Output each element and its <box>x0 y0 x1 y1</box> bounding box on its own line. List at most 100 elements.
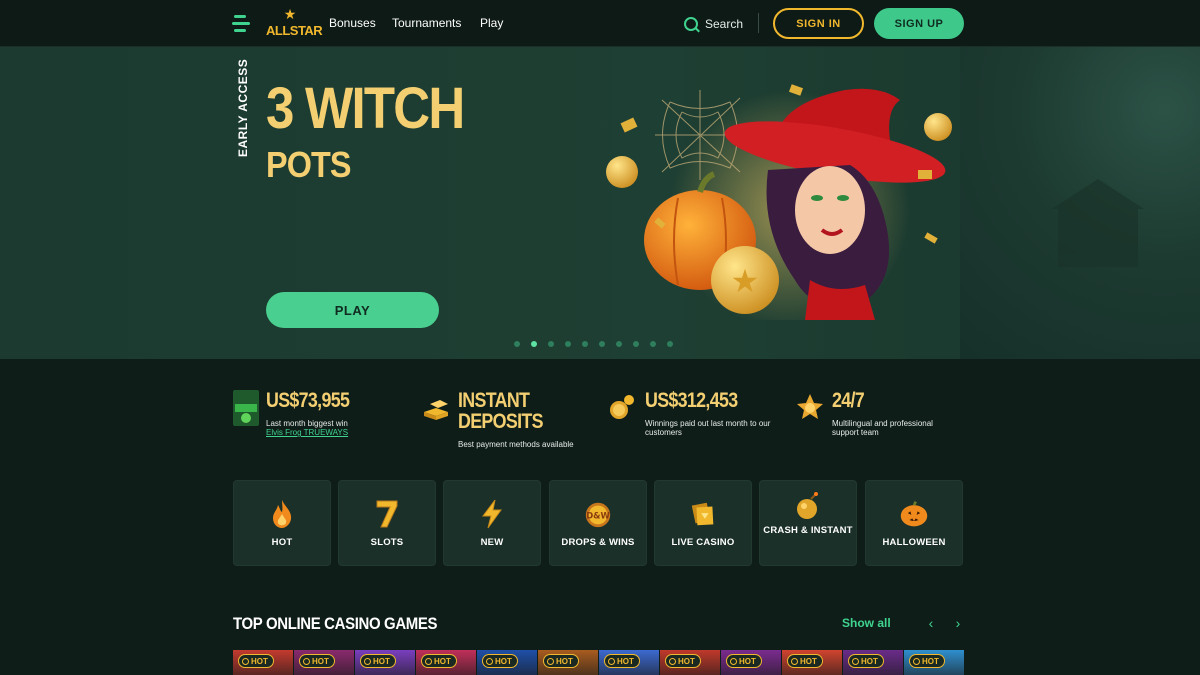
hot-badge: HOT <box>848 654 884 668</box>
hot-badge: HOT <box>360 654 396 668</box>
carousel-pagination <box>514 341 673 347</box>
early-access-badge: EARLY ACCESS <box>236 58 250 157</box>
section-title: TOP ONLINE CASINO GAMES <box>233 614 438 633</box>
chevron-right-icon[interactable]: › <box>951 615 965 631</box>
nav-play[interactable]: Play <box>480 16 503 30</box>
top-header: ★ ALLSTAR Bonuses Tournaments Play Searc… <box>0 0 1200 47</box>
category-drops-wins[interactable]: D&W DROPS & WINS <box>549 480 647 566</box>
seven-icon <box>372 499 402 529</box>
flame-icon <box>364 657 371 665</box>
category-label: LIVE CASINO <box>671 537 735 548</box>
hot-badge-label: HOT <box>251 656 268 666</box>
star-badge-icon <box>797 394 823 419</box>
sign-up-button[interactable]: SIGN UP <box>874 8 964 39</box>
game-tile[interactable]: HOT <box>355 650 415 675</box>
nav-bonuses[interactable]: Bonuses <box>329 16 376 30</box>
divider <box>758 13 759 33</box>
carousel-dot[interactable] <box>565 341 571 347</box>
hot-badge-label: HOT <box>312 656 329 666</box>
hot-badge: HOT <box>482 654 518 668</box>
carousel-dot[interactable] <box>667 341 673 347</box>
game-tile[interactable]: HOT <box>721 650 781 675</box>
stat-description: Winnings paid out last month to our cust… <box>645 419 771 437</box>
hot-badge: HOT <box>238 654 274 668</box>
category-new[interactable]: NEW <box>443 480 541 566</box>
top-games-carousel: HOT HOT HOT HOT HOT HOT HOT HOT HOT HOT HOT HOT <box>233 650 964 675</box>
hot-badge: HOT <box>299 654 335 668</box>
haunted-house-decoration <box>1052 179 1144 267</box>
category-label: SLOTS <box>370 537 404 548</box>
game-tile[interactable]: HOT <box>904 650 964 675</box>
svg-text:★: ★ <box>731 262 760 300</box>
hot-badge: HOT <box>726 654 762 668</box>
game-tile[interactable]: HOT <box>294 650 354 675</box>
game-tile[interactable]: HOT <box>843 650 903 675</box>
carousel-dot[interactable] <box>633 341 639 347</box>
game-link[interactable]: Elvis Frog TRUEWAYS <box>266 428 348 437</box>
hot-badge-label: HOT <box>861 656 878 666</box>
show-all-link[interactable]: Show all <box>842 616 891 630</box>
coins-icon <box>610 395 634 419</box>
stat-title: 24/7 <box>832 389 865 412</box>
game-tile[interactable]: HOT <box>782 650 842 675</box>
drops-wins-icon: D&W <box>583 499 613 529</box>
carousel-dot[interactable] <box>514 341 520 347</box>
carousel-dot[interactable] <box>582 341 588 347</box>
category-slots[interactable]: SLOTS <box>338 480 436 566</box>
hot-badge-label: HOT <box>495 656 512 666</box>
game-tile[interactable]: HOT <box>416 650 476 675</box>
category-halloween[interactable]: HALLOWEEN <box>865 480 963 566</box>
category-label: HOT <box>271 537 293 548</box>
game-thumbnail-icon <box>233 390 259 426</box>
hot-badge-label: HOT <box>678 656 695 666</box>
hot-badge-label: HOT <box>556 656 573 666</box>
hot-badge: HOT <box>665 654 701 668</box>
svg-text:D&W: D&W <box>586 511 610 521</box>
carousel-dot[interactable] <box>548 341 554 347</box>
lightning-icon <box>477 499 507 529</box>
menu-icon[interactable] <box>232 14 252 34</box>
search-icon <box>684 17 698 31</box>
hot-badge-label: HOT <box>617 656 634 666</box>
carousel-dot[interactable] <box>650 341 656 347</box>
stat-title: US$312,453 <box>645 389 738 412</box>
brand-name: ALLSTAR <box>266 23 323 38</box>
category-crash-instant[interactable]: CRASH & INSTANT <box>759 480 857 566</box>
flame-icon <box>730 657 737 665</box>
flame-icon <box>486 657 493 665</box>
hot-badge-label: HOT <box>922 656 939 666</box>
category-label: CRASH & INSTANT <box>763 525 853 536</box>
carousel-dot[interactable] <box>531 341 537 347</box>
chevron-left-icon[interactable]: ‹ <box>924 615 938 631</box>
playing-cards-icon <box>688 499 718 529</box>
carousel-dot[interactable] <box>599 341 605 347</box>
hero-play-button[interactable]: PLAY <box>266 292 439 328</box>
hot-badge: HOT <box>604 654 640 668</box>
category-label: HALLOWEEN <box>882 537 946 548</box>
brand-logo[interactable]: ★ ALLSTAR <box>264 6 323 38</box>
category-label: DROPS & WINS <box>561 537 635 548</box>
star-icon: ★ <box>283 6 297 22</box>
stat-title-line-2: DEPOSITS <box>458 410 544 433</box>
category-live-casino[interactable]: LIVE CASINO <box>654 480 752 566</box>
game-tile[interactable]: HOT <box>660 650 720 675</box>
flame-icon <box>913 657 920 665</box>
hot-badge: HOT <box>543 654 579 668</box>
hot-badge: HOT <box>909 654 945 668</box>
category-hot[interactable]: HOT <box>233 480 331 566</box>
stat-description: Last month biggest win <box>266 419 348 428</box>
sign-in-button[interactable]: SIGN IN <box>773 8 864 39</box>
game-tile[interactable]: HOT <box>233 650 293 675</box>
hot-badge-label: HOT <box>434 656 451 666</box>
nav-tournaments[interactable]: Tournaments <box>392 16 461 30</box>
hero-title: 3 WITCH <box>266 76 465 141</box>
bomb-icon <box>793 491 823 521</box>
game-tile[interactable]: HOT <box>599 650 659 675</box>
hot-badge: HOT <box>421 654 457 668</box>
game-tile[interactable]: HOT <box>538 650 598 675</box>
carousel-dot[interactable] <box>616 341 622 347</box>
flame-icon <box>267 499 297 529</box>
game-tile[interactable]: HOT <box>477 650 537 675</box>
flame-icon <box>852 657 859 665</box>
search-button[interactable]: Search <box>684 15 743 33</box>
